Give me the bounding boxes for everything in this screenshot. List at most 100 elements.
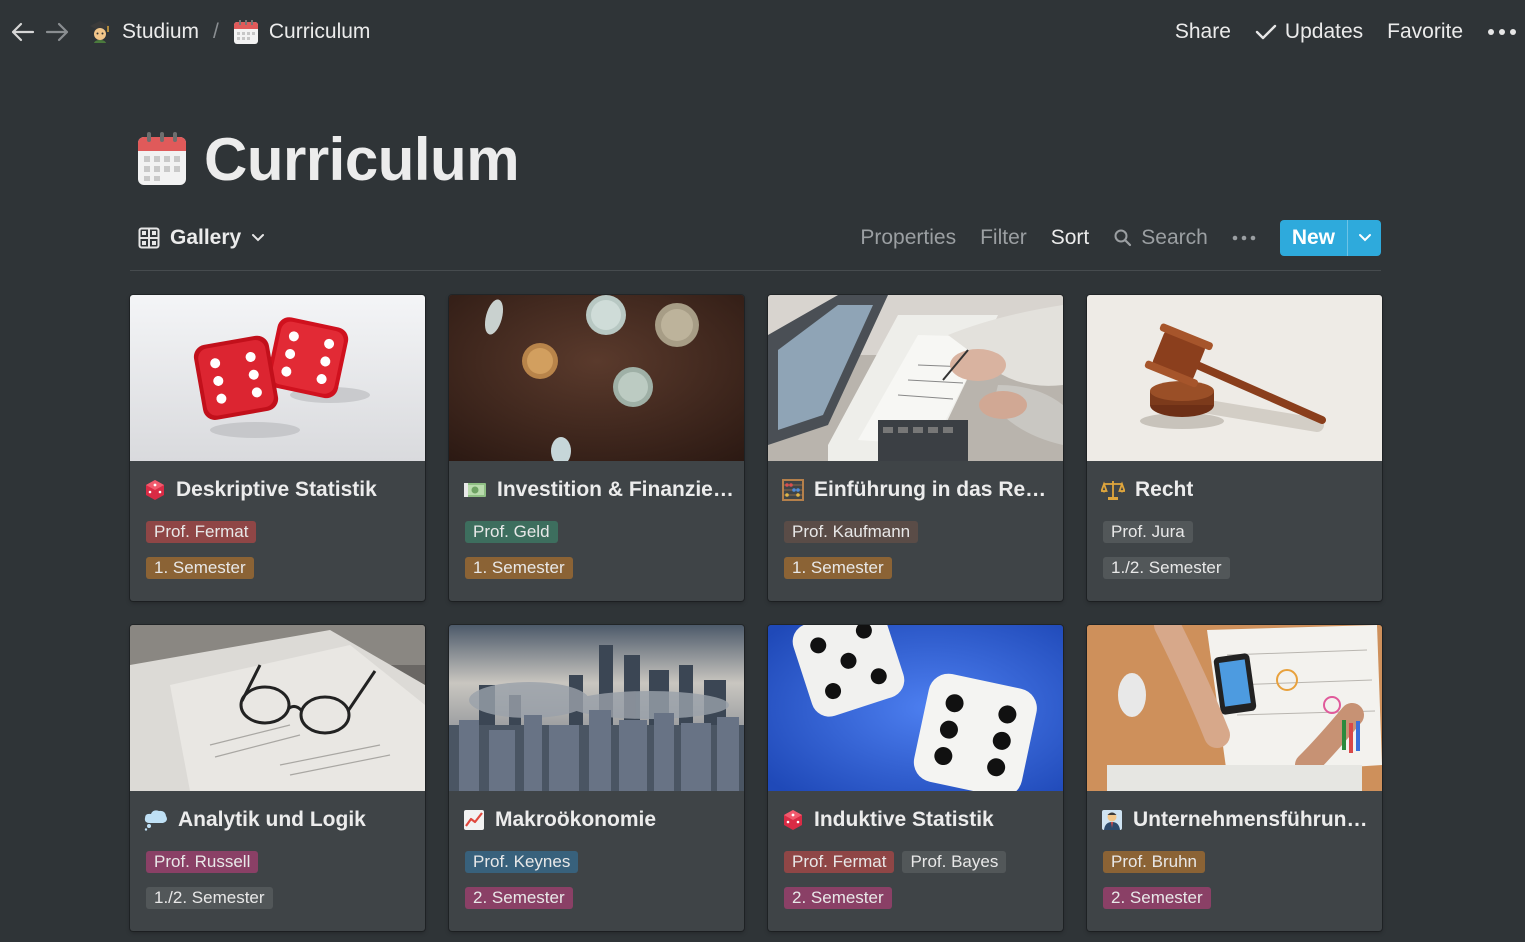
database-toolbar: Gallery Properties Filter Sort Search Ne… (130, 216, 1381, 260)
gallery-card[interactable]: Unternehmensführung... Prof. Bruhn 2. Se… (1087, 625, 1382, 931)
semester-tags: 2. Semester (784, 887, 892, 909)
toolbar-divider (130, 270, 1381, 271)
more-options-button[interactable] (1487, 27, 1517, 37)
professor-tag: Prof. Bayes (902, 851, 1007, 873)
updates-label: Updates (1284, 20, 1364, 43)
die-icon (144, 479, 166, 501)
search-icon (1113, 228, 1133, 248)
professor-tag: Prof. Russell (146, 851, 259, 873)
view-label: Gallery (170, 226, 242, 249)
professor-tag: Prof. Jura (1103, 521, 1193, 543)
breadcrumb: Studium / Curriculum (88, 16, 370, 48)
card-title: Analytik und Logik (144, 806, 416, 834)
semester-tags: 1. Semester (465, 557, 573, 579)
card-title: Einführung in das Rec... (782, 476, 1054, 504)
gallery-card[interactable]: Recht Prof. Jura 1./2. Semester (1087, 295, 1382, 601)
gallery-card[interactable]: Makroökonomie Prof. Keynes 2. Semester (449, 625, 744, 931)
cover-image-laptop-desk (768, 295, 1063, 461)
semester-tags: 2. Semester (1103, 887, 1211, 909)
card-title-text: Unternehmensführung... (1133, 808, 1373, 831)
card-title: Unternehmensführung... (1101, 806, 1373, 834)
semester-tag: 1. Semester (146, 557, 254, 579)
properties-button[interactable]: Properties (860, 226, 956, 250)
sort-button[interactable]: Sort (1051, 226, 1090, 250)
more-toolbar-button[interactable] (1232, 234, 1256, 242)
new-options-button[interactable] (1347, 220, 1381, 256)
view-switcher[interactable]: Gallery (130, 226, 265, 250)
new-button[interactable]: New (1280, 220, 1347, 256)
professor-tag: Prof. Fermat (784, 851, 895, 873)
chevron-down-icon (251, 233, 265, 243)
professor-tags: Prof. Keynes (465, 851, 579, 873)
cover-image-city-skyline (449, 625, 744, 791)
more-dots-icon (1487, 27, 1517, 37)
new-button-group: New (1279, 220, 1381, 256)
professor-tag: Prof. Bruhn (1103, 851, 1205, 873)
professor-tag: Prof. Fermat (146, 521, 257, 543)
professor-tags: Prof. Fermat Prof. Bayes (784, 851, 1007, 873)
professor-tag: Prof. Geld (465, 521, 558, 543)
search-label: Search (1141, 226, 1208, 249)
semester-tag: 1. Semester (784, 557, 892, 579)
filter-button[interactable]: Filter (980, 226, 1027, 250)
semester-tags: 1. Semester (784, 557, 892, 579)
card-title-text: Deskriptive Statistik (176, 478, 377, 501)
favorite-button[interactable]: Favorite (1387, 20, 1463, 44)
top-actions: Share Updates Favorite (1175, 16, 1517, 48)
professor-tags: Prof. Fermat (146, 521, 257, 543)
gallery-grid-icon (138, 227, 160, 249)
chevron-down-icon (1358, 233, 1372, 243)
card-title-text: Analytik und Logik (178, 808, 366, 831)
back-arrow-icon[interactable] (8, 18, 36, 46)
card-title: Investition & Finanzier... (463, 476, 735, 504)
professor-tags: Prof. Bruhn (1103, 851, 1205, 873)
card-title: Induktive Statistik (782, 806, 1054, 834)
page-header: Curriculum (136, 122, 520, 196)
semester-tag: 2. Semester (1103, 887, 1211, 909)
cover-image-white-dice (768, 625, 1063, 791)
professor-tags: Prof. Russell (146, 851, 259, 873)
card-title-text: Makroökonomie (495, 808, 657, 831)
card-title-text: Recht (1135, 478, 1194, 501)
gallery-card[interactable]: Einführung in das Rec... Prof. Kaufmann … (768, 295, 1063, 601)
die-icon (782, 809, 804, 831)
page-title: Curriculum (204, 125, 520, 193)
updates-button[interactable]: Updates (1255, 20, 1363, 44)
breadcrumb-item-studium[interactable]: Studium (88, 19, 199, 45)
calendar-icon (233, 19, 259, 45)
semester-tags: 1./2. Semester (1103, 557, 1230, 579)
semester-tag: 1./2. Semester (1103, 557, 1230, 579)
gallery-card[interactable]: Analytik und Logik Prof. Russell 1./2. S… (130, 625, 425, 931)
professor-tag: Prof. Keynes (465, 851, 579, 873)
breadcrumb-label: Studium (122, 20, 200, 43)
forward-arrow-icon[interactable] (44, 18, 72, 46)
professor-tags: Prof. Geld (465, 521, 558, 543)
gallery-card[interactable]: Induktive Statistik Prof. Fermat Prof. B… (768, 625, 1063, 931)
breadcrumb-item-curriculum[interactable]: Curriculum (233, 19, 370, 45)
search-button[interactable]: Search (1113, 226, 1208, 250)
gallery-card[interactable]: Investition & Finanzier... Prof. Geld 1.… (449, 295, 744, 601)
student-icon (88, 19, 112, 45)
thought-bubble-icon (144, 809, 168, 831)
favorite-label: Favorite (1387, 20, 1463, 43)
chart-up-icon (463, 809, 485, 831)
banknote-icon (463, 481, 487, 499)
top-bar: Studium / Curriculum Share Updates Favor… (0, 0, 1525, 64)
card-title: Makroökonomie (463, 806, 735, 834)
gallery-card[interactable]: Deskriptive Statistik Prof. Fermat 1. Se… (130, 295, 425, 601)
toolbar-actions: Properties Filter Sort Search New (860, 220, 1381, 256)
calendar-icon[interactable] (136, 131, 188, 187)
semester-tags: 2. Semester (465, 887, 573, 909)
semester-tag: 2. Semester (784, 887, 892, 909)
scales-icon (1101, 479, 1125, 501)
checkmark-icon (1255, 23, 1277, 41)
share-button[interactable]: Share (1175, 20, 1231, 44)
abacus-icon (782, 479, 804, 501)
professor-tags: Prof. Jura (1103, 521, 1193, 543)
cover-image-red-dice (130, 295, 425, 461)
card-title-text: Einführung in das Rec... (814, 478, 1054, 501)
semester-tag: 1. Semester (465, 557, 573, 579)
cover-image-coins (449, 295, 744, 461)
semester-tags: 1. Semester (146, 557, 254, 579)
card-title-text: Induktive Statistik (814, 808, 994, 831)
